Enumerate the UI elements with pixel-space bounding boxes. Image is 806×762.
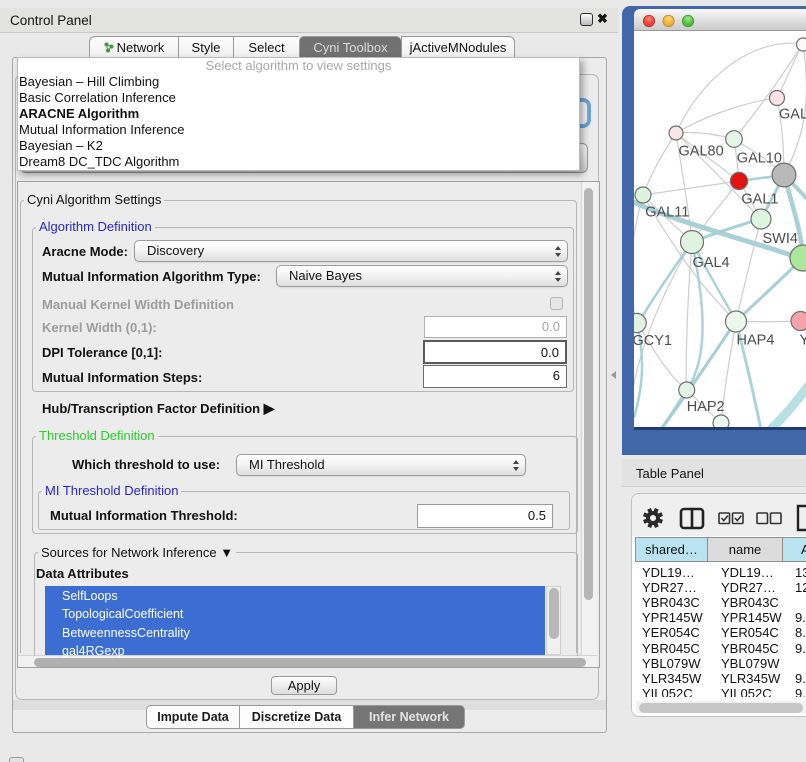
svg-text:GAL11: GAL11 xyxy=(645,205,689,221)
svg-text:GAL1: GAL1 xyxy=(741,192,778,208)
svg-text:Y: Y xyxy=(800,333,806,349)
svg-text:GAL80: GAL80 xyxy=(679,144,724,160)
svg-text:GAL10: GAL10 xyxy=(737,151,782,167)
svg-text:GAL4: GAL4 xyxy=(693,255,730,271)
svg-text:SWI4: SWI4 xyxy=(763,231,798,247)
svg-text:HAP2: HAP2 xyxy=(687,399,725,415)
svg-text:GCY1: GCY1 xyxy=(634,333,672,349)
svg-text:GAL8: GAL8 xyxy=(779,107,806,123)
svg-text:HAP4: HAP4 xyxy=(737,333,775,349)
